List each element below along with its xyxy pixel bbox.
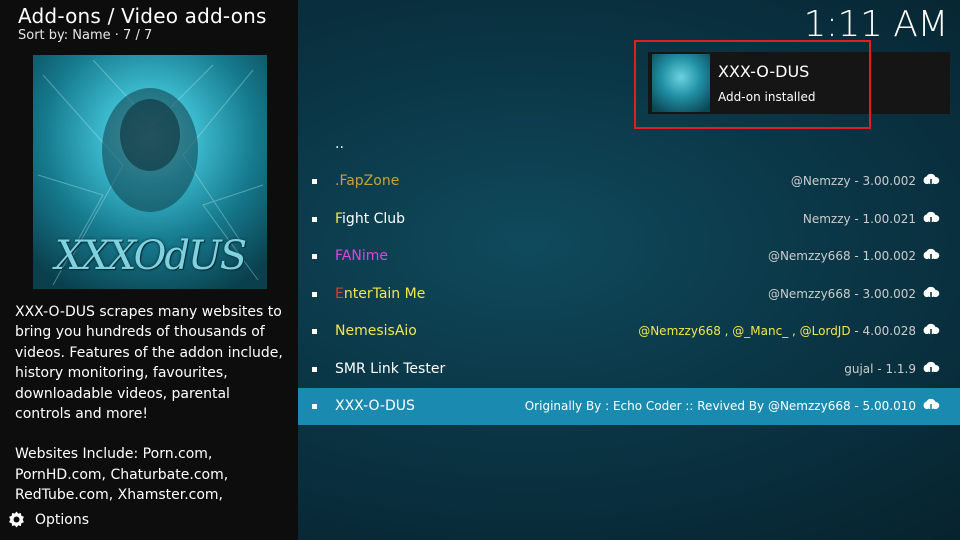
options-button[interactable]: Options <box>8 511 89 528</box>
description-paragraph-1: XXX-O-DUS scrapes many websites to bring… <box>15 304 283 423</box>
addon-meta-version: - 4.00.028 <box>850 324 916 339</box>
bullet <box>312 329 317 335</box>
download-cloud-icon <box>923 324 940 339</box>
addon-name: .FapZone <box>335 173 400 190</box>
addon-name-rest: nterTain Me <box>343 285 426 302</box>
download-cloud-icon <box>923 249 940 264</box>
addon-meta: Nemzzy - 1.00.021 <box>802 211 916 226</box>
download-cloud-icon <box>923 399 940 414</box>
addon-list: .. .FapZone @Nemzzy - 3.00.002 Fight Clu… <box>298 125 960 425</box>
addon-description: XXX-O-DUS scrapes many websites to bring… <box>15 302 287 526</box>
list-item-nemesisaio[interactable]: NemesisAio @Nemzzy668 , @_Manc_ , @LordJ… <box>298 313 960 351</box>
addon-name-first-letter: E <box>335 285 344 302</box>
bullet <box>312 254 317 260</box>
addon-name: NemesisAio <box>335 323 417 340</box>
addon-meta: gujal - 1.1.9 <box>844 361 916 376</box>
list-item-fight-club[interactable]: Fight Club Nemzzy - 1.00.021 <box>298 200 960 238</box>
addon-name: SMR Link Tester <box>335 360 446 377</box>
addon-meta: @Nemzzy668 , @_Manc_ , @LordJD - 4.00.02… <box>638 324 916 338</box>
addon-name: XXX-O-DUS <box>335 398 415 415</box>
addon-meta: Originally By : Echo Coder :: Revived By… <box>524 399 916 414</box>
addon-meta-authors: @Nemzzy668 , @_Manc_ , @LordJD <box>638 324 851 339</box>
addon-name: FANime <box>335 248 388 265</box>
download-cloud-icon <box>923 286 940 301</box>
addon-meta: @Nemzzy668 - 1.00.002 <box>767 249 916 264</box>
list-item-entertain-me[interactable]: EnterTain Me @Nemzzy668 - 3.00.002 <box>298 275 960 313</box>
parent-label: .. <box>335 135 344 152</box>
artwork-logo-text: XXXOdUS <box>54 233 247 279</box>
list-item-fapzone[interactable]: .FapZone @Nemzzy - 3.00.002 <box>298 163 960 201</box>
clock: 1:11 AM <box>803 4 949 45</box>
sort-info: Sort by: Name · 7 / 7 <box>18 28 153 43</box>
download-cloud-icon <box>923 211 940 226</box>
list-item-fanime[interactable]: FANime @Nemzzy668 - 1.00.002 <box>298 238 960 276</box>
bullet <box>312 179 317 185</box>
addon-info-panel: Add-ons / Video add-ons Sort by: Name · … <box>0 0 298 540</box>
list-item-smr-link-tester[interactable]: SMR Link Tester gujal - 1.1.9 <box>298 350 960 388</box>
addon-name: EnterTain Me <box>335 286 425 302</box>
page-title: Add-ons / Video add-ons <box>18 4 267 28</box>
notification-highlight-box <box>634 40 871 129</box>
bullet <box>312 404 317 410</box>
download-cloud-icon <box>923 361 940 376</box>
addon-artwork: XXXOdUS <box>33 55 267 289</box>
list-item-xxx-o-dus[interactable]: XXX-O-DUS Originally By : Echo Coder :: … <box>298 387 960 425</box>
addon-name-first-letter: F <box>335 210 343 227</box>
options-gear-icon <box>9 511 24 528</box>
addon-meta: @Nemzzy - 3.00.002 <box>790 174 916 189</box>
addon-name-rest: ight Club <box>342 210 406 227</box>
addon-meta: @Nemzzy668 - 3.00.002 <box>767 286 916 301</box>
download-cloud-icon <box>923 174 940 189</box>
bullet <box>312 291 317 297</box>
addon-name: Fight Club <box>335 211 405 227</box>
options-label: Options <box>35 511 90 528</box>
bullet <box>312 366 317 372</box>
description-paragraph-2: Websites Include: Porn.com, PornHD.com, … <box>15 446 229 504</box>
bullet <box>312 216 317 222</box>
list-item-parent[interactable]: .. <box>298 125 960 163</box>
